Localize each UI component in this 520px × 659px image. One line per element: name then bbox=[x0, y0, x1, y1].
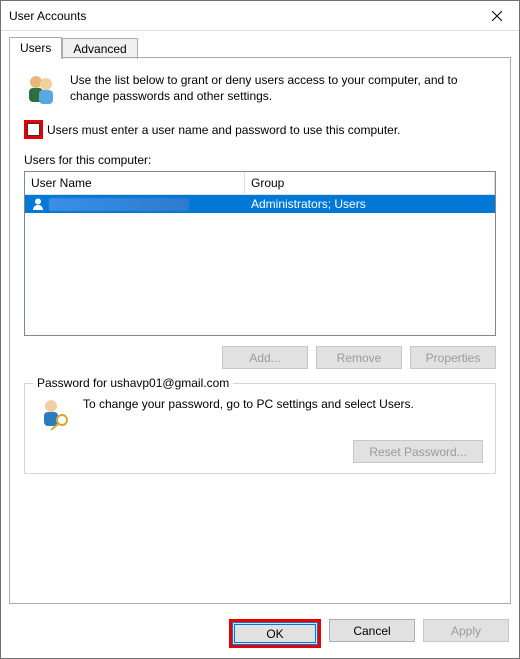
tabstrip: Users Advanced bbox=[1, 35, 519, 58]
password-group-legend: Password for ushavp01@gmail.com bbox=[33, 376, 233, 390]
password-group: Password for ushavp01@gmail.com To chang… bbox=[24, 383, 496, 474]
intro-row: Use the list below to grant or deny user… bbox=[24, 72, 496, 106]
close-icon bbox=[492, 11, 502, 21]
column-group[interactable]: Group bbox=[245, 172, 495, 194]
dialog-buttons: OK Cancel Apply bbox=[1, 613, 519, 658]
require-password-label[interactable]: Users must enter a user name and passwor… bbox=[47, 123, 401, 137]
highlight-ok: OK bbox=[229, 619, 321, 648]
cancel-button[interactable]: Cancel bbox=[329, 619, 415, 642]
intro-text: Use the list below to grant or deny user… bbox=[70, 72, 496, 104]
listview-header: User Name Group bbox=[25, 172, 495, 195]
users-tab-panel: Use the list below to grant or deny user… bbox=[9, 57, 511, 604]
tab-users[interactable]: Users bbox=[9, 37, 62, 59]
password-button-row: Reset Password... bbox=[37, 440, 483, 463]
apply-button[interactable]: Apply bbox=[423, 619, 509, 642]
close-button[interactable] bbox=[474, 1, 519, 31]
window-title: User Accounts bbox=[9, 9, 474, 23]
key-user-icon bbox=[37, 396, 71, 430]
cell-username bbox=[25, 196, 245, 212]
user-buttons-row: Add... Remove Properties bbox=[24, 346, 496, 369]
require-password-checkbox[interactable] bbox=[27, 123, 40, 136]
highlight-checkbox bbox=[24, 120, 43, 139]
user-icon bbox=[31, 197, 45, 211]
users-listview[interactable]: User Name Group Administrators; Users bbox=[24, 171, 496, 336]
column-username[interactable]: User Name bbox=[25, 172, 245, 194]
cell-group: Administrators; Users bbox=[245, 196, 495, 212]
password-text: To change your password, go to PC settin… bbox=[83, 396, 414, 412]
users-list-label: Users for this computer: bbox=[24, 153, 496, 167]
properties-button[interactable]: Properties bbox=[410, 346, 496, 369]
add-button[interactable]: Add... bbox=[222, 346, 308, 369]
tab-advanced[interactable]: Advanced bbox=[62, 38, 137, 59]
titlebar: User Accounts bbox=[1, 1, 519, 31]
ok-button[interactable]: OK bbox=[232, 622, 318, 645]
require-password-row: Users must enter a user name and passwor… bbox=[24, 120, 496, 139]
reset-password-button[interactable]: Reset Password... bbox=[353, 440, 483, 463]
remove-button[interactable]: Remove bbox=[316, 346, 402, 369]
users-icon bbox=[24, 72, 58, 106]
user-accounts-dialog: User Accounts Users Advanced Use the lis… bbox=[0, 0, 520, 659]
table-row[interactable]: Administrators; Users bbox=[25, 195, 495, 213]
username-redacted bbox=[49, 198, 189, 211]
